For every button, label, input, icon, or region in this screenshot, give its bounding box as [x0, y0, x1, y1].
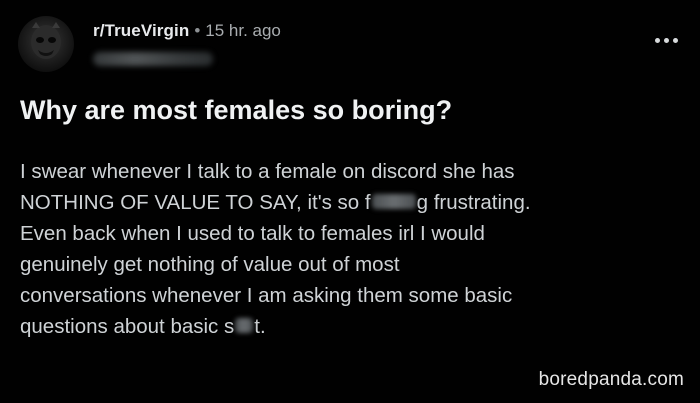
body-line-4: genuinely get nothing of value out of mo… [20, 253, 400, 276]
censor-blur [371, 194, 416, 210]
body-line-3: Even back when I used to talk to females… [20, 222, 485, 245]
subreddit-link[interactable]: r/TrueVirgin [93, 21, 189, 40]
avatar-image-icon [31, 22, 61, 59]
post-header: r/TrueVirgin • 15 hr. ago [93, 20, 281, 42]
body-line-6-end: t. [254, 315, 266, 338]
more-dot-1 [655, 38, 660, 43]
blurred-username [93, 52, 213, 66]
more-options-icon[interactable] [655, 38, 678, 43]
body-line-1: I swear whenever I talk to a female on d… [20, 160, 515, 183]
body-line-5: conversations whenever I am asking them … [20, 284, 513, 307]
body-line-2-start: NOTHING OF VALUE TO SAY, it's so f [20, 191, 371, 214]
post-title[interactable]: Why are most females so boring? [20, 92, 452, 128]
more-dot-3 [673, 38, 678, 43]
watermark: boredpanda.com [538, 369, 684, 390]
reddit-post: r/TrueVirgin • 15 hr. ago Why are most fem… [0, 0, 700, 403]
post-time: 15 hr. ago [205, 21, 281, 40]
more-dot-2 [664, 38, 669, 43]
separator-dot: • [194, 21, 201, 40]
body-line-6: questions about basic s t. [20, 311, 531, 342]
censor-blur [235, 318, 254, 334]
body-line-6-start: questions about basic s [20, 315, 235, 338]
body-line-2-end: g frustrating. [416, 191, 531, 214]
body-line-2: NOTHING OF VALUE TO SAY, it's so f g frus… [20, 187, 531, 218]
post-body: I swear whenever I talk to a female on d… [20, 156, 531, 342]
subreddit-avatar[interactable] [18, 16, 74, 72]
